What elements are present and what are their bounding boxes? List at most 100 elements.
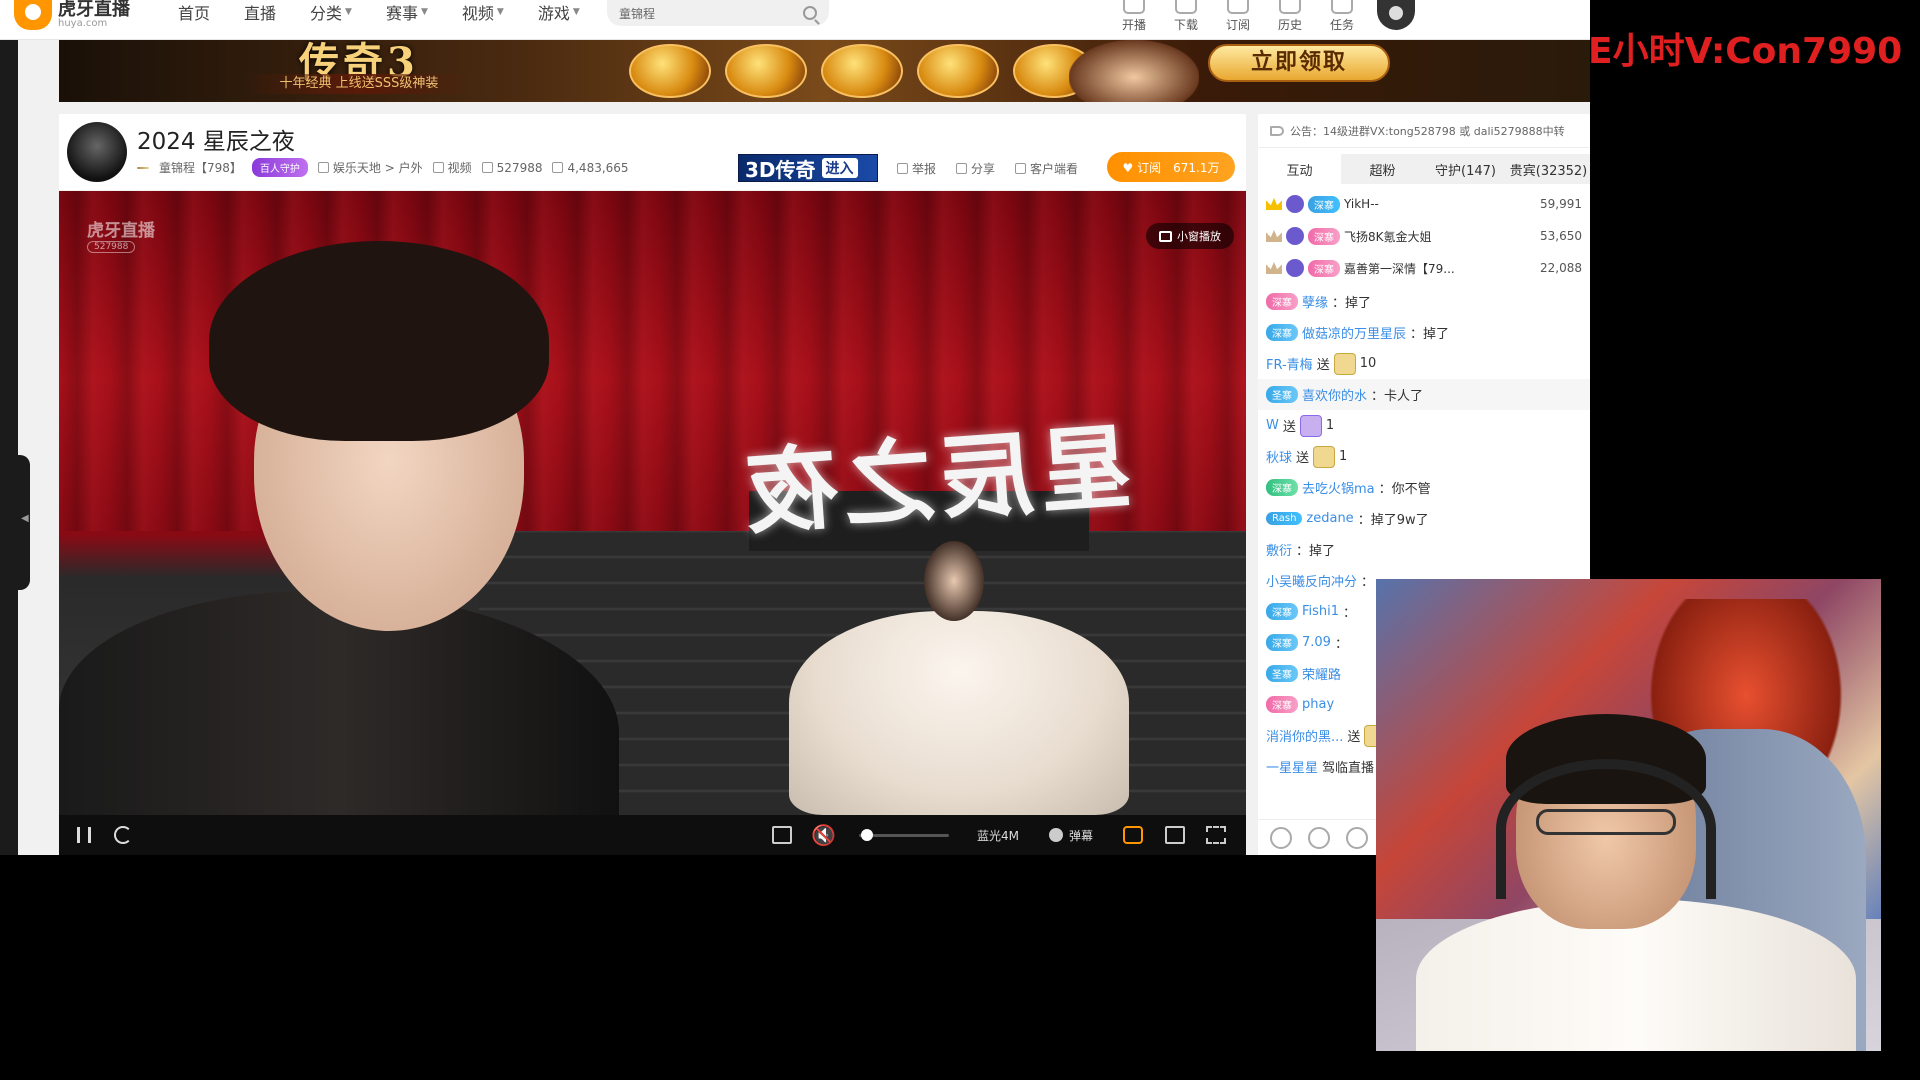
- danmu-settings-icon: [1123, 826, 1143, 844]
- nav-item[interactable]: 分类 ▼: [310, 0, 352, 24]
- nav-download-button[interactable]: 下载: [1172, 0, 1200, 33]
- chat-username[interactable]: 消消你的黑...: [1266, 726, 1343, 745]
- chat-username[interactable]: 敷衍: [1266, 540, 1292, 559]
- refresh-button[interactable]: [114, 815, 132, 855]
- mute-button[interactable]: 🔇: [811, 815, 836, 855]
- rank-row[interactable]: 深寨 飞扬8K氪金大姐 53,650: [1258, 220, 1590, 252]
- streamer-webcam: [1376, 579, 1881, 1051]
- chat-username[interactable]: FR-青梅: [1266, 354, 1313, 373]
- anchor-level-badge: [137, 166, 149, 169]
- side-tab[interactable]: 超粉: [1341, 154, 1424, 184]
- category-link[interactable]: 娱乐天地 > 户外: [317, 159, 423, 176]
- coin-icon: [629, 44, 711, 98]
- woman-in-wedding-dress: [749, 541, 1169, 815]
- nav-item[interactable]: 首页: [178, 0, 210, 24]
- nav-item-label: 赛事: [385, 4, 418, 23]
- nav-icon-label: 历史: [1277, 18, 1302, 32]
- pause-button[interactable]: [77, 815, 91, 855]
- banner-claim-button[interactable]: 立即领取: [1208, 44, 1390, 82]
- theater-mode-button[interactable]: [1165, 815, 1185, 855]
- avatar-frame-icon: [1286, 227, 1304, 245]
- danmu-input-button[interactable]: [772, 815, 792, 855]
- chat-username[interactable]: 荣耀路: [1302, 664, 1341, 683]
- gift-count: 1: [1325, 418, 1335, 433]
- top-nav: 虎牙直播 huya.com 首页 直播 分类▼ 赛事▼ 视频▼ 游戏▼ 开播下载 订阅历史 任…: [0, 0, 1590, 40]
- nav-broadcast-button[interactable]: 开播: [1120, 0, 1148, 33]
- room-action-1[interactable]: 分享: [956, 160, 995, 177]
- search-box[interactable]: [607, 0, 829, 26]
- user-avatar[interactable]: [1377, 0, 1415, 30]
- nav-item[interactable]: 直播: [244, 0, 276, 24]
- palette-icon[interactable]: [1346, 826, 1368, 849]
- quality-selector[interactable]: 蓝光4M: [977, 815, 1019, 855]
- chat-username[interactable]: 一星星星: [1266, 757, 1318, 776]
- gift-count: 1: [1339, 449, 1348, 464]
- chat-username[interactable]: zedane: [1306, 511, 1353, 526]
- gift-icon: [1313, 445, 1336, 468]
- mini-player-button[interactable]: 小窗播放: [1146, 223, 1234, 249]
- 3d-legend-ad-button[interactable]: 3D传奇 进入: [738, 154, 878, 182]
- chat-username[interactable]: 做菇凉的万里星辰: [1302, 323, 1406, 342]
- site-logo[interactable]: 虎牙直播 huya.com: [14, 0, 130, 30]
- danmu-toggle[interactable]: 弹幕: [1049, 815, 1093, 855]
- avatar-frame-icon: [1286, 195, 1304, 213]
- video-link[interactable]: 视频: [432, 159, 472, 176]
- sidebar-expand-handle[interactable]: ◀: [18, 455, 30, 590]
- danmu-settings-button[interactable]: [1123, 815, 1143, 855]
- ad-banner[interactable]: 传奇3 十年经典 上线送SSS级神装 立即领取: [59, 40, 1590, 102]
- search-input[interactable]: [619, 6, 789, 20]
- contribution-rank: 深寨 YikH-- 59,991 深寨 飞扬8K氪金大姐 53,650 深寨 嘉善第一深情【7…: [1258, 188, 1590, 284]
- nav-history-button[interactable]: 历史: [1276, 0, 1304, 33]
- rank-username: 飞扬8K氪金大姐: [1344, 229, 1432, 244]
- nav-task-button[interactable]: 任务: [1328, 0, 1356, 33]
- chat-username[interactable]: phay: [1302, 697, 1334, 712]
- fan-badge: 深寨: [1308, 195, 1340, 213]
- fan-badge: 深寨: [1266, 696, 1298, 713]
- room-action-label: 分享: [971, 162, 996, 176]
- fan-badge: 圣寨: [1266, 665, 1298, 682]
- room-action-2[interactable]: 客户端看: [1015, 160, 1078, 177]
- nav-icon-label: 下载: [1173, 18, 1198, 32]
- guard-badge[interactable]: 百人守护: [251, 158, 308, 177]
- rank-row[interactable]: 深寨 YikH-- 59,991: [1258, 188, 1590, 220]
- nav-subscribe-button[interactable]: 订阅: [1224, 0, 1252, 33]
- nav-item[interactable]: 视频 ▼: [462, 0, 504, 24]
- chat-username[interactable]: Fishi1: [1302, 604, 1339, 619]
- room-action-label: 举报: [912, 162, 937, 176]
- chat-username[interactable]: 秋球: [1266, 447, 1292, 466]
- chat-username[interactable]: 去吃火锅ma: [1302, 478, 1375, 497]
- nav-menu: 首页 直播 分类 ▼ 赛事 ▼ 视频 ▼ 游戏 ▼: [178, 0, 580, 24]
- coin-icon: [917, 44, 999, 98]
- anchor-avatar[interactable]: [67, 122, 127, 182]
- rank-row[interactable]: 深寨 嘉善第一深情【79... 22,088: [1258, 252, 1590, 284]
- coin-icon: [821, 44, 903, 98]
- chat-username[interactable]: W: [1266, 418, 1279, 433]
- emoji-icon[interactable]: [1270, 826, 1292, 849]
- heat-count: 4,483,665: [552, 161, 629, 175]
- crown-icon: [1266, 198, 1282, 210]
- chat-username[interactable]: 7.09: [1302, 635, 1331, 650]
- fullscreen-button[interactable]: [1206, 815, 1226, 855]
- fan-badge-icon[interactable]: [1308, 826, 1330, 849]
- volume-knob[interactable]: [861, 829, 873, 841]
- gift-icon: [1299, 414, 1322, 437]
- room-action-0[interactable]: 举报: [897, 160, 936, 177]
- chat-username[interactable]: 小吴曦反向冲分: [1266, 571, 1357, 590]
- nav-item[interactable]: 游戏 ▼: [538, 0, 580, 24]
- video-player[interactable]: 星辰之夜 虎牙直播 527988 小窗播放: [59, 191, 1246, 815]
- anchor-name[interactable]: 童锦程【798】: [159, 159, 242, 176]
- search-icon[interactable]: [803, 6, 817, 20]
- picture-in-picture-icon: [1159, 230, 1172, 242]
- nav-item[interactable]: 赛事 ▼: [386, 0, 428, 24]
- chat-message: W送 1: [1258, 410, 1590, 441]
- subscribe-button[interactable]: ♥ 订阅 671.1万: [1107, 152, 1235, 182]
- side-tab[interactable]: 互动: [1258, 154, 1341, 184]
- heart-icon: ♥ 订阅: [1122, 160, 1162, 175]
- side-tab[interactable]: 守护(147): [1424, 154, 1507, 184]
- chat-username[interactable]: 孽缘: [1302, 292, 1328, 311]
- danmu-edit-icon: [772, 826, 792, 844]
- notice-bar[interactable]: 公告：14级进群VX:tong528798 或 dali5279888中转: [1258, 114, 1590, 148]
- side-tab[interactable]: 贵宾(32352): [1507, 154, 1590, 184]
- nav-item-label: 直播: [244, 4, 277, 23]
- chat-username[interactable]: 喜欢你的水: [1302, 385, 1367, 404]
